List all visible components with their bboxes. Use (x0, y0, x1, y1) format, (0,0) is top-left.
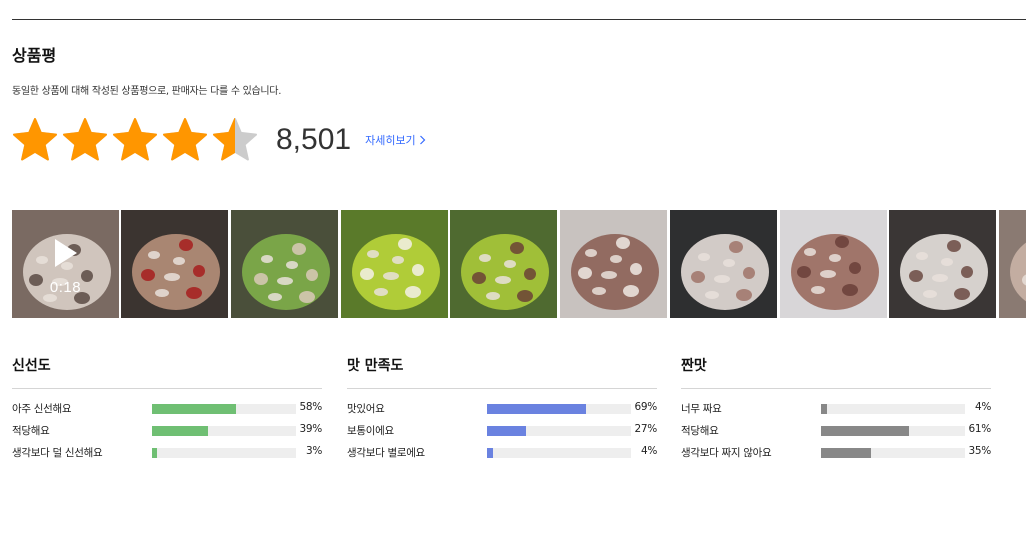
survey-bar-track (487, 404, 631, 414)
review-description: 동일한 상품에 대해 작성된 상품평으로, 판매자는 다를 수 있습니다. (12, 86, 282, 97)
survey-bar-track (821, 426, 965, 436)
survey-title: 맛 만족도 (347, 358, 404, 374)
survey-option-row: 아주 신선해요 58% (12, 397, 322, 419)
review-photo-thumbnail[interactable] (889, 210, 996, 318)
survey-option-percent: 27% (634, 423, 658, 435)
survey-option-label: 생각보다 덜 신선해요 (12, 447, 103, 459)
survey-option-percent: 4% (974, 401, 991, 413)
food-photo-image (780, 210, 887, 318)
review-photo-thumbnail[interactable] (670, 210, 777, 318)
food-photo-image (670, 210, 777, 318)
survey-option-label: 적당해요 (681, 425, 719, 437)
survey-option-percent: 39% (299, 423, 323, 435)
survey-bar-fill (152, 404, 236, 414)
survey-title: 신선도 (12, 358, 51, 374)
food-photo-image (341, 210, 448, 318)
food-photo-image (999, 210, 1026, 318)
star-rating (12, 117, 262, 163)
survey-option-percent: 4% (640, 445, 657, 457)
survey-bar-fill (821, 404, 827, 414)
review-photo-thumbnail[interactable] (231, 210, 338, 318)
star-full-icon (113, 118, 157, 161)
survey-option-label: 너무 짜요 (681, 403, 722, 415)
survey-bar-fill (487, 448, 493, 458)
survey-bar-fill (821, 448, 872, 458)
survey-bar-fill (487, 404, 587, 414)
survey-option-row: 맛있어요 69% (347, 397, 657, 419)
survey-option-percent: 58% (299, 401, 323, 413)
survey-option-label: 아주 신선해요 (12, 403, 72, 415)
survey-option-row: 생각보다 짜지 않아요 35% (681, 441, 991, 463)
review-section-title: 상품평 (12, 46, 57, 65)
review-photo-thumbnail[interactable] (999, 210, 1026, 318)
video-overlay: 0:18 (12, 210, 119, 318)
star-full-icon (13, 118, 57, 161)
review-photo-thumbnail[interactable] (780, 210, 887, 318)
survey-divider (681, 388, 991, 389)
review-media-strip: 0:18 (12, 210, 1026, 318)
survey-bar-track (487, 426, 631, 436)
review-count: 8,501 (276, 123, 352, 156)
survey-option-label: 맛있어요 (347, 403, 385, 415)
play-icon (54, 238, 77, 267)
rating-summary: 8,501 자세히보기 (12, 116, 426, 164)
survey-option-percent: 35% (968, 445, 992, 457)
food-photo-image (121, 210, 228, 318)
survey-option-row: 적당해요 39% (12, 419, 322, 441)
survey-bar-fill (152, 448, 157, 458)
survey-title: 짠맛 (681, 358, 707, 374)
survey-bar-track (821, 448, 965, 458)
review-photo-thumbnail[interactable] (450, 210, 557, 318)
survey-section: 맛 만족도맛있어요 69% 보통이에요 27% 생각보다 별로에요 4% (347, 356, 657, 463)
survey-option-row: 적당해요 61% (681, 419, 991, 441)
video-duration: 0:18 (49, 278, 82, 296)
star-full-icon (63, 118, 107, 161)
top-divider (12, 19, 1026, 20)
survey-option-label: 생각보다 짜지 않아요 (681, 447, 772, 459)
survey-option-row: 너무 짜요 4% (681, 397, 991, 419)
survey-bar-track (152, 404, 296, 414)
food-photo-image (450, 210, 557, 318)
survey-bar-track (152, 448, 296, 458)
survey-bar-track (821, 404, 965, 414)
star-half-icon (213, 118, 257, 161)
survey-option-label: 생각보다 별로에요 (347, 447, 425, 459)
survey-option-label: 적당해요 (12, 425, 50, 437)
view-details-link[interactable]: 자세히보기 (365, 132, 426, 148)
review-photo-thumbnail[interactable] (560, 210, 667, 318)
survey-bar-fill (821, 426, 909, 436)
view-details-label: 자세히보기 (365, 134, 416, 147)
star-full-icon (163, 118, 207, 161)
survey-option-row: 생각보다 별로에요 4% (347, 441, 657, 463)
survey-section: 짠맛너무 짜요 4% 적당해요 61% 생각보다 짜지 않아요 35% (681, 356, 991, 463)
review-video-thumbnail[interactable]: 0:18 (12, 210, 119, 318)
survey-bar-track (152, 426, 296, 436)
survey-divider (347, 388, 657, 389)
survey-bar-track (487, 448, 631, 458)
survey-bar-fill (487, 426, 526, 436)
survey-option-percent: 61% (968, 423, 992, 435)
food-photo-image (560, 210, 667, 318)
review-photo-thumbnail[interactable] (121, 210, 228, 318)
review-photo-thumbnail[interactable] (341, 210, 448, 318)
survey-option-row: 보통이에요 27% (347, 419, 657, 441)
survey-bar-fill (152, 426, 209, 436)
survey-option-row: 생각보다 덜 신선해요 3% (12, 441, 322, 463)
food-photo-image (889, 210, 996, 318)
survey-divider (12, 388, 322, 389)
survey-section: 신선도아주 신선해요 58% 적당해요 39% 생각보다 덜 신선해요 3% (12, 356, 322, 463)
survey-option-percent: 69% (634, 401, 658, 413)
survey-option-label: 보통이에요 (347, 425, 394, 437)
survey-option-percent: 3% (305, 445, 322, 457)
food-photo-image (231, 210, 338, 318)
chevron-right-icon (419, 135, 426, 145)
